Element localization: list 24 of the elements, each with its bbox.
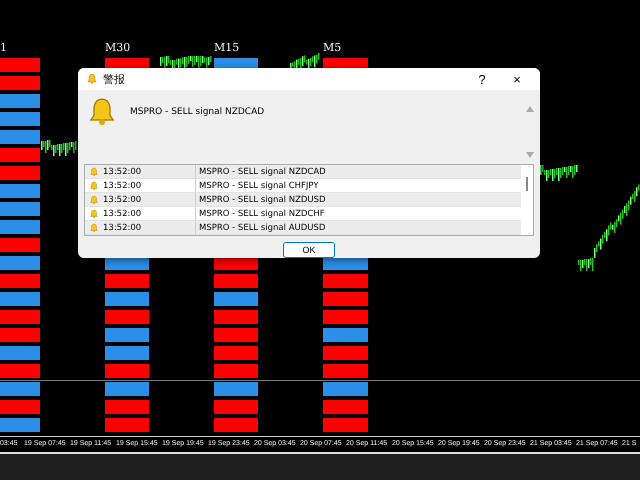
alert-text: MSPRO - SELL signal NZDCHF [198, 208, 325, 218]
alert-time: 13:52:00 [103, 222, 142, 232]
alert-time: 13:52:00 [103, 194, 142, 204]
alert-row[interactable]: 13:52:00 MSPRO - SELL signal NZDCAD [85, 165, 521, 179]
window-title: 警报 [103, 72, 126, 86]
help-button[interactable]: ? [467, 68, 497, 90]
alert-text: MSPRO - SELL signal AUDUSD [198, 222, 326, 232]
alert-row[interactable]: 13:52:00 MSPRO - SELL signal NZDCHF [85, 207, 521, 221]
timeframe-label: 1 [0, 40, 8, 56]
timeframe-label: M15 [214, 40, 240, 56]
alert-text: MSPRO - SELL signal NZDUSD [198, 194, 326, 204]
alert-time: 13:52:00 [103, 180, 142, 190]
alert-text: MSPRO - SELL signal NZDCAD [198, 166, 326, 176]
alert-time: 13:52:00 [103, 208, 142, 218]
ok-button[interactable]: OK [283, 242, 335, 258]
alert-time: 13:52:00 [103, 166, 142, 176]
timeframe-label: M5 [323, 40, 342, 56]
close-button[interactable]: × [502, 68, 532, 90]
alert-row[interactable]: 13:52:00 MSPRO - SELL signal NZDUSD [85, 193, 521, 207]
alert-row[interactable]: 13:52:00 MSPRO - SELL signal AUDUSD [85, 221, 521, 235]
alert-row[interactable]: 13:52:00 MSPRO - SELL signal CHFJPY [85, 179, 521, 193]
alert-message: MSPRO - SELL signal NZDCAD [130, 107, 266, 119]
alert-text: MSPRO - SELL signal CHFJPY [198, 180, 319, 190]
timeframe-label: M30 [105, 40, 132, 56]
